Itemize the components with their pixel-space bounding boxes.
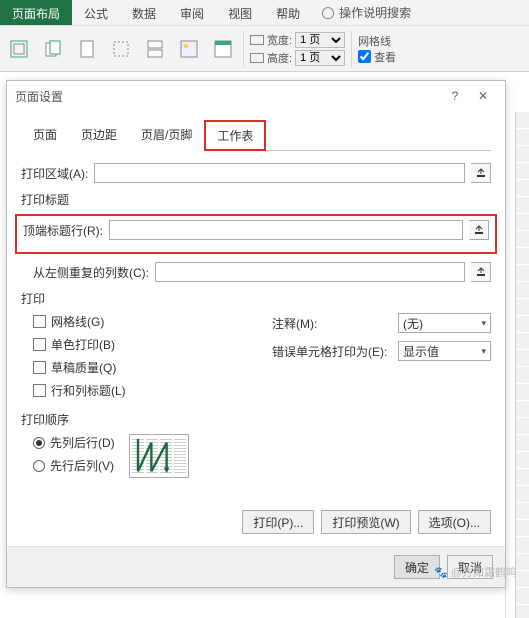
view-gridlines-check[interactable]: 查看: [358, 49, 396, 65]
order-label: 打印顺序: [21, 411, 491, 428]
tab-headerfooter[interactable]: 页眉/页脚: [129, 120, 204, 151]
margins-button[interactable]: [5, 32, 33, 66]
print-titles-label: 打印标题: [21, 191, 491, 208]
print-section-label: 打印: [21, 290, 491, 307]
width-select[interactable]: 1 页: [295, 32, 345, 48]
height-select[interactable]: 1 页: [295, 50, 345, 66]
rowcol-check[interactable]: 行和列标题(L): [33, 382, 252, 399]
options-button[interactable]: 选项(O)...: [418, 510, 491, 534]
draft-check[interactable]: 草稿质量(Q): [33, 359, 252, 376]
order-down-radio[interactable]: 先列后行(D): [33, 434, 115, 451]
ribbon-tab-review[interactable]: 审阅: [168, 0, 216, 25]
print-area-input[interactable]: [95, 164, 464, 182]
scale-group: 宽度:1 页 高度:1 页: [250, 32, 345, 66]
errors-label: 错误单元格打印为(E):: [272, 343, 392, 360]
height-label: 高度:: [267, 50, 292, 66]
page-setup-dialog: 页面设置 ? ✕ 页面 页边距 页眉/页脚 工作表 打印区域(A): 打印标题 …: [6, 80, 506, 588]
ribbon-tab-data[interactable]: 数据: [120, 0, 168, 25]
left-cols-input[interactable]: [156, 263, 464, 281]
size-button[interactable]: [73, 32, 101, 66]
tell-me[interactable]: 操作说明搜索: [312, 0, 421, 25]
watermark: 🐾 @方知霜鹤鸣: [434, 564, 517, 580]
ribbon-tab-layout[interactable]: 页面布局: [0, 0, 72, 25]
tab-margins[interactable]: 页边距: [69, 120, 129, 151]
comments-label: 注释(M):: [272, 315, 392, 332]
top-rows-input[interactable]: [110, 221, 462, 239]
left-cols-label: 从左侧重复的列数(C):: [33, 264, 149, 281]
print-area-label: 打印区域(A):: [21, 165, 88, 182]
print-button[interactable]: 打印(P)...: [242, 510, 314, 534]
help-button[interactable]: ?: [441, 85, 469, 107]
bulb-icon: [322, 7, 334, 19]
print-titles-button[interactable]: [209, 32, 237, 66]
print-area-range-button[interactable]: [471, 163, 491, 183]
height-icon: [250, 53, 264, 63]
top-rows-range-button[interactable]: [469, 220, 489, 240]
close-button[interactable]: ✕: [469, 85, 497, 107]
left-cols-range-button[interactable]: [471, 262, 491, 282]
errors-select[interactable]: 显示值▾: [398, 341, 491, 361]
ok-button[interactable]: 确定: [394, 555, 440, 579]
ribbon-tab-view[interactable]: 视图: [216, 0, 264, 25]
tab-sheet[interactable]: 工作表: [204, 120, 266, 151]
tell-me-label: 操作说明搜索: [339, 4, 411, 21]
order-preview-icon: [129, 434, 189, 478]
ribbon-tab-help[interactable]: 帮助: [264, 0, 312, 25]
width-icon: [250, 35, 264, 45]
ribbon-tab-formulas[interactable]: 公式: [72, 0, 120, 25]
separator: [351, 31, 352, 67]
gridlines-label: 网格线: [358, 33, 396, 49]
top-rows-label: 顶端标题行(R):: [23, 222, 103, 239]
width-label: 宽度:: [267, 32, 292, 48]
tab-page[interactable]: 页面: [21, 120, 69, 151]
orientation-button[interactable]: [39, 32, 67, 66]
comments-select[interactable]: (无)▾: [398, 313, 491, 333]
dialog-title: 页面设置: [15, 88, 441, 105]
order-over-radio[interactable]: 先行后列(V): [33, 457, 115, 474]
bw-check[interactable]: 单色打印(B): [33, 336, 252, 353]
separator: [243, 31, 244, 67]
preview-button[interactable]: 打印预览(W): [321, 510, 410, 534]
background-button[interactable]: [175, 32, 203, 66]
breaks-button[interactable]: [141, 32, 169, 66]
gridlines-check[interactable]: 网格线(G): [33, 313, 252, 330]
print-area-button[interactable]: [107, 32, 135, 66]
